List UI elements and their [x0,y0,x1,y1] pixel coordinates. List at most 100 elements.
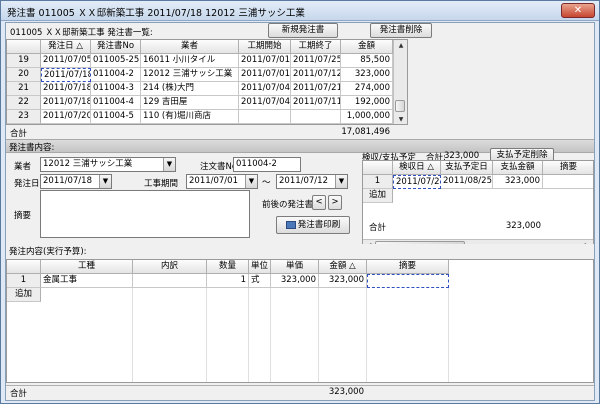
period-start-value: 2011/07/01 [189,176,238,186]
row-vendor[interactable]: 214 (株)大門 [141,82,239,96]
col-header-memo[interactable]: 摘要 [543,161,593,175]
row-start[interactable]: 2011/07/04 [239,96,291,110]
row-no[interactable]: 011005-25 [91,54,141,68]
order-list-grid: 発注日 △ 発注書No 業者 工期開始 工期終了 金額 19 2011/07/0… [6,39,408,125]
list-total-label: 合計 [10,129,28,139]
col-header-price[interactable]: 単価 [271,260,319,274]
row-number[interactable]: 1 [363,175,393,189]
scroll-down-arrow-icon[interactable]: ▼ [396,116,406,123]
col-header-budget-memo[interactable]: 摘要 [367,260,449,274]
col-header-budget-amount[interactable]: 金額 △ [319,260,367,274]
row-pay-memo[interactable] [543,175,593,189]
row-vendor[interactable]: 129 吉田屋 [141,96,239,110]
close-button[interactable]: ✕ [561,3,595,18]
row-vendor[interactable]: 110 (有)堀川商店 [141,110,239,124]
dropdown-arrow-icon[interactable]: ▼ [163,158,175,171]
row-amount[interactable]: 85,500 [341,54,393,68]
list-total-amount: 17,081,496 [341,127,390,137]
dropdown-arrow-icon[interactable]: ▼ [335,175,347,188]
col-header-no[interactable]: 発注書No [91,40,141,54]
title-bar: 発注書 011005 ＸＸ邸新築工事 2011/07/18 12012 三浦サッ… [1,1,599,21]
row-date[interactable]: 2011/07/18 [41,68,91,82]
row-unit[interactable]: 式 [249,274,271,288]
dropdown-arrow-icon[interactable]: ▼ [99,175,111,188]
row-number[interactable]: 1 [7,274,41,288]
print-order-button[interactable]: 発注書印刷 [276,216,350,234]
row-number[interactable]: 19 [7,54,41,68]
row-number[interactable]: 22 [7,96,41,110]
row-amount[interactable]: 274,000 [341,82,393,96]
budget-section-bar: 発注内容(実行予算): [6,244,594,258]
row-number[interactable]: 20 [7,68,41,82]
budget-section-title: 発注内容(実行予算): [9,247,87,257]
col-header-accept[interactable]: 検収日 △ [393,161,441,175]
row-number[interactable]: 21 [7,82,41,96]
row-vendor[interactable]: 16011 小川タイル [141,54,239,68]
row-breakdown[interactable] [133,274,207,288]
payment-add-row[interactable]: 追加 [363,189,393,203]
row-end[interactable]: 2011/07/12 [291,68,341,82]
row-date[interactable]: 2011/07/18 [41,82,91,96]
row-accept-date[interactable]: 2011/07/25 [393,175,441,189]
col-header-unit[interactable]: 単位 [249,260,271,274]
list-vertical-scrollbar[interactable]: ▲ ▼ [393,40,407,124]
row-start[interactable] [239,110,291,124]
vendor-select[interactable]: 12012 三浦サッシ工業 ▼ [40,157,176,172]
delete-order-button[interactable]: 発注書削除 [370,23,432,38]
scroll-up-arrow-icon[interactable]: ▲ [396,42,406,49]
row-no[interactable]: 011004-4 [91,96,141,110]
row-no[interactable]: 011004-3 [91,82,141,96]
col-header-vendor[interactable]: 業者 [141,40,239,54]
row-pay-amount[interactable]: 323,000 [493,175,543,189]
col-header-start[interactable]: 工期開始 [239,40,291,54]
new-order-button[interactable]: 新規発注書 [268,23,338,38]
memo-textarea[interactable] [40,190,250,238]
row-amount[interactable]: 323,000 [341,68,393,82]
payment-sum-label: 合計 [369,223,387,233]
row-date[interactable]: 2011/07/05 [41,54,91,68]
row-date[interactable]: 2011/07/20 [41,110,91,124]
row-no[interactable]: 011004-5 [91,110,141,124]
col-header-pay-amount[interactable]: 支払金額 [493,161,543,175]
col-header-pay[interactable]: 支払予定日 [441,161,493,175]
row-amount[interactable]: 192,000 [341,96,393,110]
column-line [206,288,207,382]
row-no[interactable]: 011004-2 [91,68,141,82]
row-number[interactable]: 23 [7,110,41,124]
budget-add-row[interactable]: 追加 [7,288,41,302]
order-date-picker[interactable]: 2011/07/18 ▼ [40,174,112,189]
row-budget-amount[interactable]: 323,000 [319,274,367,288]
row-end[interactable]: 2011/07/25 [291,54,341,68]
row-start[interactable]: 2011/07/01 [239,68,291,82]
prev-order-button[interactable]: < [312,195,326,210]
scroll-thumb[interactable] [395,100,405,112]
row-date[interactable]: 2011/07/18 [41,96,91,110]
period-end-picker[interactable]: 2011/07/12 ▼ [276,174,348,189]
period-separator: ～ [262,178,271,188]
row-end[interactable]: 2011/07/21 [291,82,341,96]
col-header-kind[interactable]: 工種 [41,260,133,274]
col-header-breakdown[interactable]: 内訳 [133,260,207,274]
column-line [132,288,133,382]
row-start[interactable]: 2011/07/04 [239,82,291,96]
next-order-button[interactable]: > [328,195,342,210]
row-end[interactable]: 2011/07/11 [291,96,341,110]
col-header-qty[interactable]: 数量 [207,260,249,274]
nav-label: 前後の発注書 [262,200,314,210]
row-kind[interactable]: 金属工事 [41,274,133,288]
row-price[interactable]: 323,000 [271,274,319,288]
row-start[interactable]: 2011/07/01 [239,54,291,68]
col-header-amount[interactable]: 金額 [341,40,393,54]
col-header-date[interactable]: 発注日 △ [41,40,91,54]
row-qty[interactable]: 1 [207,274,249,288]
column-line [248,288,249,382]
row-budget-memo[interactable] [367,274,449,288]
row-amount[interactable]: 1,000,000 [341,110,393,124]
period-start-picker[interactable]: 2011/07/01 ▼ [186,174,258,189]
row-pay-date[interactable]: 2011/08/25 [441,175,493,189]
col-header-end[interactable]: 工期終了 [291,40,341,54]
row-end[interactable] [291,110,341,124]
row-vendor[interactable]: 12012 三浦サッシ工業 [141,68,239,82]
dropdown-arrow-icon[interactable]: ▼ [245,175,257,188]
order-no-input[interactable]: 011004-2 [233,157,301,172]
